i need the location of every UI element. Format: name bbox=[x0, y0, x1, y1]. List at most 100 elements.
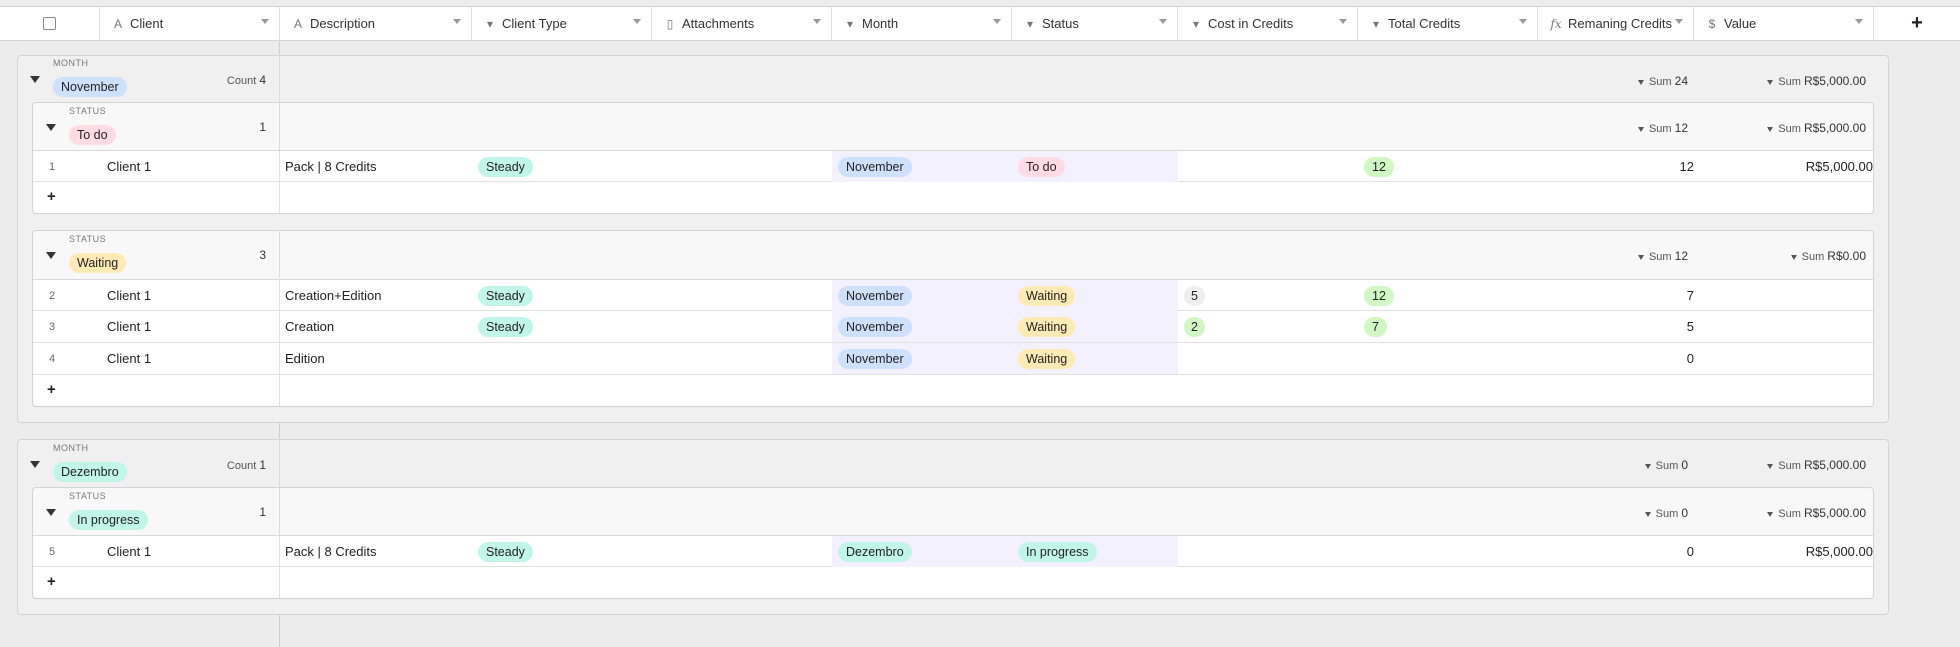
chevron-down-icon[interactable] bbox=[1159, 19, 1167, 24]
client-type-cell[interactable]: Steady bbox=[478, 151, 533, 182]
chevron-down-icon[interactable] bbox=[993, 19, 1001, 24]
value-cell[interactable]: R$5,000.00 bbox=[1694, 536, 1883, 567]
add-row-button[interactable]: + bbox=[33, 182, 1873, 213]
column-header-client-type[interactable]: ▾ Client Type bbox=[472, 6, 652, 41]
month-cell[interactable]: November bbox=[838, 151, 912, 182]
client-cell[interactable]: Client 1 bbox=[107, 343, 151, 374]
status-cell[interactable]: To do bbox=[1018, 151, 1065, 182]
status-cell[interactable]: Waiting bbox=[1018, 343, 1076, 374]
total-credits-cell[interactable]: 12 bbox=[1364, 280, 1394, 311]
description-cell[interactable]: Creation bbox=[285, 311, 334, 342]
add-column-button[interactable]: + bbox=[1874, 6, 1960, 41]
column-header-description[interactable]: A Description bbox=[280, 6, 472, 41]
status-cell[interactable]: Waiting bbox=[1018, 280, 1076, 311]
client-cell[interactable]: Client 1 bbox=[107, 536, 151, 567]
chevron-down-icon[interactable] bbox=[1339, 19, 1347, 24]
table-row[interactable]: 2 Client 1 Creation+Edition Steady Novem… bbox=[33, 279, 1873, 311]
collapse-triangle-icon[interactable] bbox=[30, 461, 40, 468]
collapse-triangle-icon[interactable] bbox=[46, 509, 56, 516]
chevron-down-icon[interactable] bbox=[813, 19, 821, 24]
value-cell[interactable] bbox=[1694, 280, 1883, 311]
remaining-credits-summary[interactable]: Sum 24 bbox=[1590, 74, 1688, 88]
remaining-credits-cell[interactable]: 12 bbox=[1538, 151, 1704, 182]
cost-in-credits-cell[interactable]: 2 bbox=[1184, 311, 1205, 342]
remaining-credits-summary[interactable]: Sum 0 bbox=[1600, 458, 1688, 472]
column-header-month[interactable]: ▾ Month bbox=[832, 6, 1012, 41]
month-cell[interactable]: November bbox=[838, 280, 912, 311]
divider bbox=[279, 311, 280, 342]
client-cell[interactable]: Client 1 bbox=[107, 151, 151, 182]
remaining-credits-summary[interactable]: Sum 12 bbox=[1590, 249, 1688, 263]
row-number: 1 bbox=[49, 160, 56, 173]
group-value-pill: November bbox=[53, 77, 127, 97]
remaining-credits-cell[interactable]: 7 bbox=[1538, 280, 1704, 311]
client-type-cell[interactable]: Steady bbox=[478, 536, 533, 567]
chevron-down-icon[interactable] bbox=[261, 19, 269, 24]
column-header-label: Remaning Credits bbox=[1568, 16, 1673, 31]
subgroup-field-label: STATUS bbox=[69, 106, 107, 116]
client-cell[interactable]: Client 1 bbox=[107, 311, 151, 342]
divider bbox=[279, 375, 280, 406]
column-header-attachments[interactable]: ▯ Attachments bbox=[652, 6, 832, 41]
total-credits-cell[interactable]: 12 bbox=[1364, 151, 1394, 182]
cost-in-credits-cell[interactable]: 5 bbox=[1184, 280, 1205, 311]
column-header-total-credits[interactable]: ▾ Total Credits bbox=[1358, 6, 1538, 41]
total-credits-cell[interactable]: 7 bbox=[1364, 311, 1387, 342]
chevron-down-icon[interactable] bbox=[633, 19, 641, 24]
text-field-icon: A bbox=[293, 16, 302, 31]
value-summary[interactable]: Sum R$5,000.00 bbox=[1740, 458, 1866, 472]
description-cell[interactable]: Creation+Edition bbox=[285, 280, 381, 311]
description-cell[interactable]: Edition bbox=[285, 343, 325, 374]
value-summary[interactable]: Sum R$5,000.00 bbox=[1740, 74, 1866, 88]
group-count: Count 1 bbox=[226, 458, 266, 472]
column-header-label: Cost in Credits bbox=[1208, 16, 1294, 31]
remaining-credits-cell[interactable]: 0 bbox=[1538, 536, 1704, 567]
summary-dropdown-icon bbox=[1644, 511, 1651, 517]
chevron-down-icon[interactable] bbox=[453, 19, 461, 24]
status-cell[interactable]: In progress bbox=[1018, 536, 1097, 567]
remaining-credits-summary[interactable]: Sum 0 bbox=[1600, 506, 1688, 520]
client-type-cell[interactable]: Steady bbox=[478, 311, 533, 342]
month-cell[interactable]: November bbox=[838, 311, 912, 342]
add-row-button[interactable]: + bbox=[33, 375, 1873, 406]
subgroup-value-pill: In progress bbox=[69, 510, 148, 530]
column-header-cost-in-credits[interactable]: ▾ Cost in Credits bbox=[1178, 6, 1358, 41]
remaining-credits-cell[interactable]: 0 bbox=[1538, 343, 1704, 374]
value-summary[interactable]: Sum R$5,000.00 bbox=[1740, 506, 1866, 520]
value-cell[interactable] bbox=[1694, 311, 1883, 342]
value-summary[interactable]: Sum R$5,000.00 bbox=[1740, 121, 1866, 135]
collapse-triangle-icon[interactable] bbox=[46, 124, 56, 131]
chevron-down-icon[interactable] bbox=[1855, 19, 1863, 24]
table-row[interactable]: 1 Client 1 Pack | 8 Credits Steady Novem… bbox=[33, 150, 1873, 182]
collapse-triangle-icon[interactable] bbox=[30, 76, 40, 83]
month-cell[interactable]: Dezembro bbox=[838, 536, 912, 567]
plus-icon: + bbox=[47, 381, 56, 398]
column-header-value[interactable]: $ Value bbox=[1694, 6, 1874, 41]
remaining-credits-summary[interactable]: Sum 12 bbox=[1590, 121, 1688, 135]
client-cell[interactable]: Client 1 bbox=[107, 280, 151, 311]
value-cell[interactable]: R$5,000.00 bbox=[1694, 151, 1883, 182]
table-row[interactable]: 3 Client 1 Creation Steady November Wait… bbox=[33, 311, 1873, 343]
add-row-button[interactable]: + bbox=[33, 567, 1873, 598]
table-row[interactable]: 4 Client 1 Edition November Waiting 0 bbox=[33, 343, 1873, 375]
select-all-checkbox[interactable] bbox=[43, 17, 56, 30]
status-cell[interactable]: Waiting bbox=[1018, 311, 1076, 342]
remaining-credits-cell[interactable]: 5 bbox=[1538, 311, 1704, 342]
column-header-status[interactable]: ▾ Status bbox=[1012, 6, 1178, 41]
description-cell[interactable]: Pack | 8 Credits bbox=[285, 536, 377, 567]
chevron-down-icon[interactable] bbox=[1519, 19, 1527, 24]
divider bbox=[279, 102, 280, 150]
table-row[interactable]: 5 Client 1 Pack | 8 Credits Steady Dezem… bbox=[33, 535, 1873, 567]
collapse-triangle-icon[interactable] bbox=[46, 252, 56, 259]
subgroup-value-pill: To do bbox=[69, 125, 116, 145]
group-field-label: MONTH bbox=[53, 58, 89, 68]
column-header-client[interactable]: A Client bbox=[100, 6, 280, 41]
value-summary[interactable]: Sum R$0.00 bbox=[1760, 249, 1866, 263]
client-type-cell[interactable]: Steady bbox=[478, 280, 533, 311]
chevron-down-icon[interactable] bbox=[1675, 19, 1683, 24]
month-cell[interactable]: November bbox=[838, 343, 912, 374]
description-cell[interactable]: Pack | 8 Credits bbox=[285, 151, 377, 182]
formula-icon: fx bbox=[1550, 16, 1562, 31]
column-header-remaning-credits[interactable]: fx Remaning Credits bbox=[1538, 6, 1694, 41]
column-header-label: Total Credits bbox=[1388, 16, 1461, 31]
